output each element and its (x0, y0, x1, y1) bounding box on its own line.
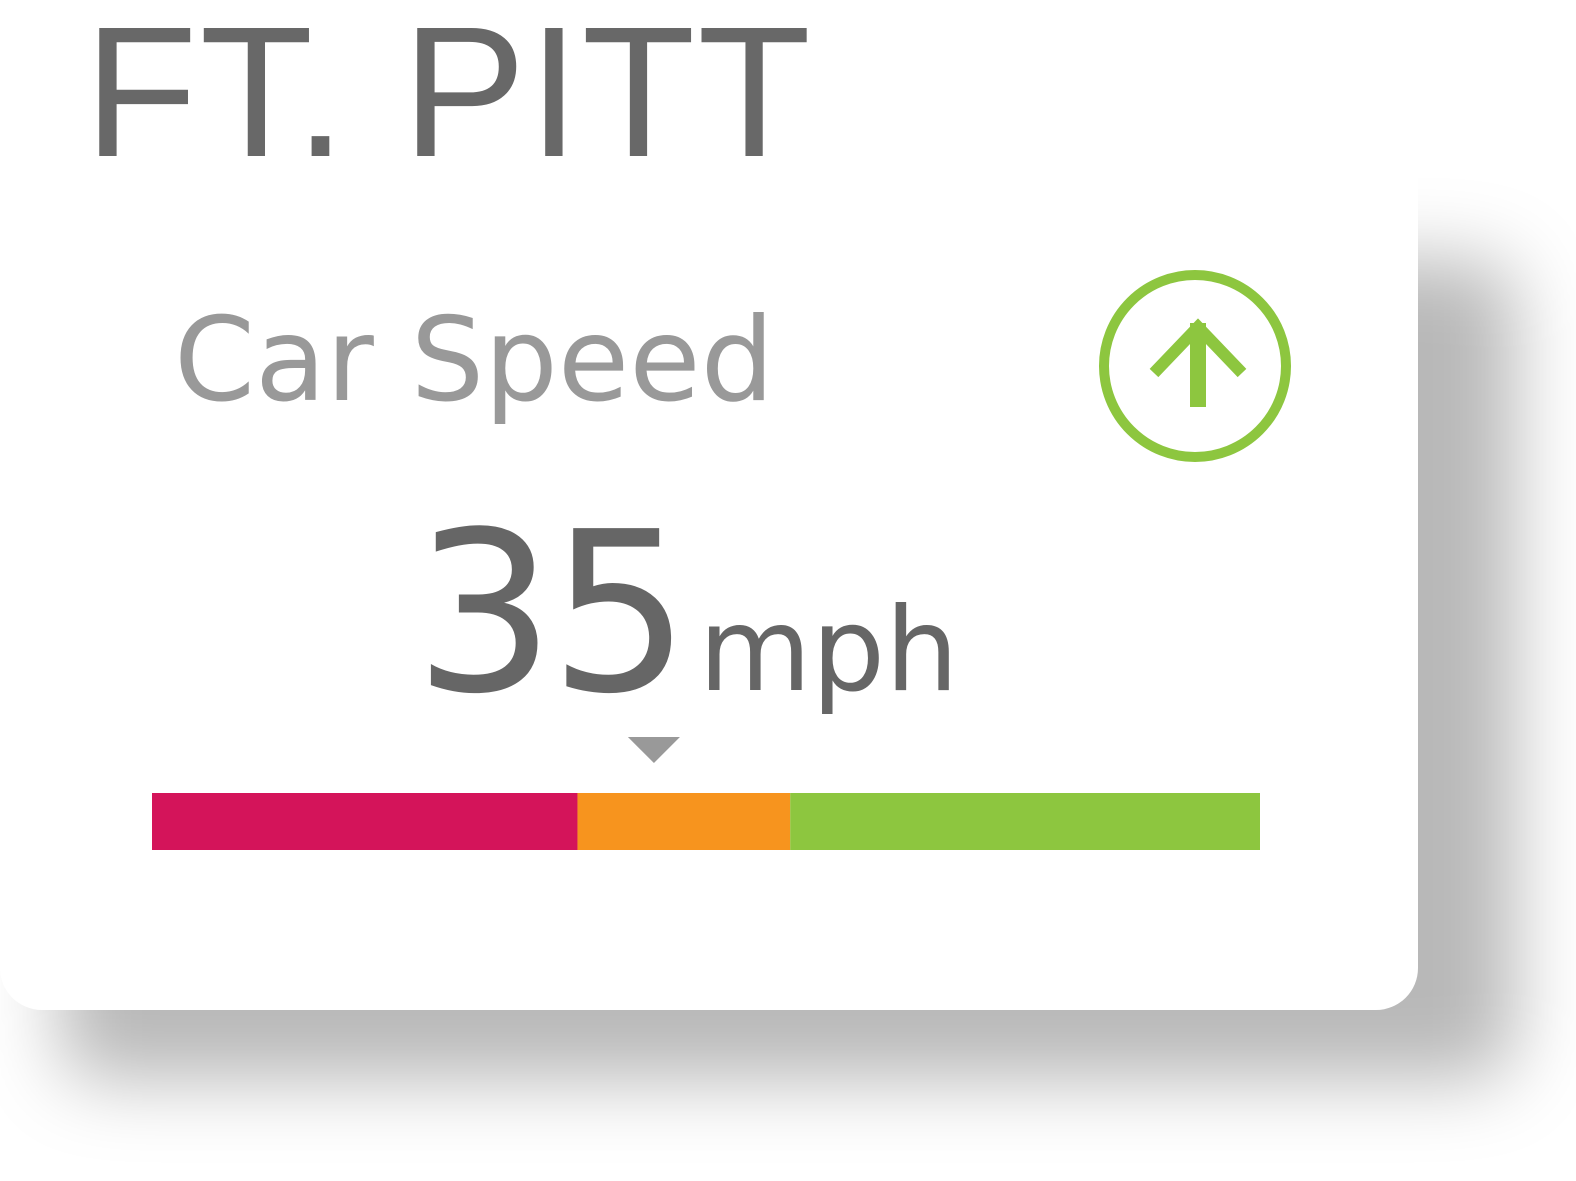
speed-gauge (152, 733, 1260, 853)
speed-gauge-bar (152, 737, 1260, 850)
speed-value: 35 (414, 485, 690, 743)
gauge-segment-green (790, 793, 1260, 850)
arrow-up-circle-icon (1096, 267, 1294, 465)
card-label: Car Speed (174, 293, 775, 428)
location-title: FT. PITT (84, 0, 813, 196)
gauge-indicator-icon (627, 737, 680, 763)
page: FT. PITT Car Speed 35 mph (0, 0, 1576, 1181)
gauge-segment-red (152, 793, 578, 850)
speed-readout: 35 mph (414, 494, 959, 734)
gauge-segment-orange (577, 793, 791, 850)
speed-unit: mph (698, 583, 959, 718)
